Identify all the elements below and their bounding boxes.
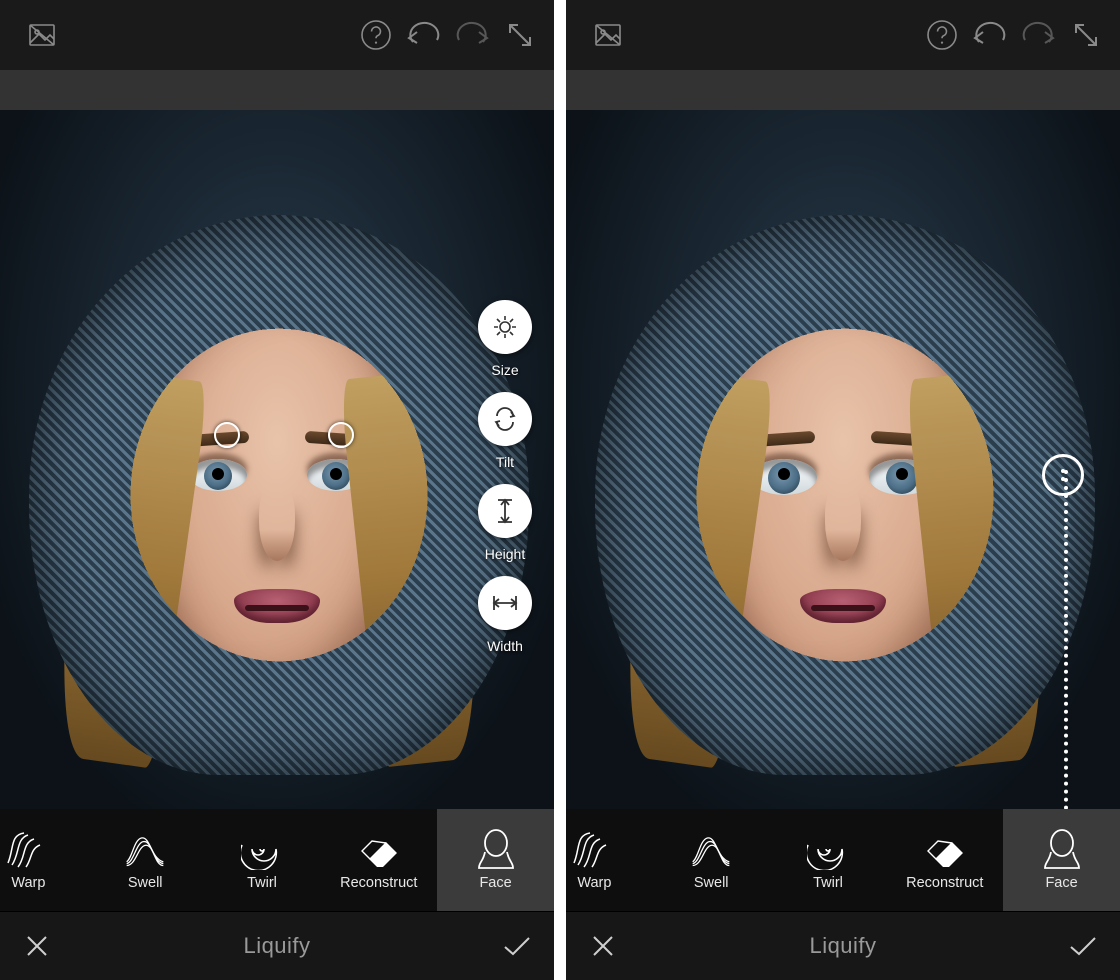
tool-label: Reconstruct	[906, 875, 983, 891]
tool-swell[interactable]: Swell	[87, 809, 204, 911]
redo-icon[interactable]	[1018, 15, 1058, 55]
tool-label: Swell	[128, 875, 163, 891]
accept-button[interactable]	[1068, 931, 1098, 961]
mode-title: Liquify	[52, 933, 502, 959]
liquify-tool-row: Warp Swell Twirl	[0, 809, 554, 911]
undo-icon[interactable]	[970, 15, 1010, 55]
mode-title: Liquify	[618, 933, 1068, 959]
adjust-slider-track[interactable]	[1064, 470, 1068, 809]
image-canvas[interactable]: Size Tilt Height	[0, 110, 554, 809]
face-option-tilt[interactable]	[478, 392, 532, 446]
warp-icon	[572, 829, 616, 869]
app-screen-left: Size Tilt Height	[0, 0, 554, 980]
twirl-icon	[806, 829, 850, 869]
tool-label: Twirl	[813, 875, 843, 891]
tool-twirl[interactable]: Twirl	[770, 809, 887, 911]
tool-swell[interactable]: Swell	[653, 809, 770, 911]
tool-reconstruct[interactable]: Reconstruct	[886, 809, 1003, 911]
tool-warp[interactable]: Warp	[0, 809, 87, 911]
face-icon	[1040, 829, 1084, 869]
face-option-height[interactable]	[478, 484, 532, 538]
secondary-bar	[0, 70, 554, 110]
redo-icon[interactable]	[452, 15, 492, 55]
tool-label: Warp	[11, 875, 45, 891]
footer-bar: Liquify	[566, 911, 1120, 980]
swell-icon	[689, 829, 733, 869]
compare-original-icon[interactable]	[22, 15, 62, 55]
warp-icon	[6, 829, 50, 869]
eye-marker-right[interactable]	[328, 422, 354, 448]
tool-label: Twirl	[247, 875, 277, 891]
help-icon[interactable]	[356, 15, 396, 55]
tool-label: Face	[1045, 875, 1077, 891]
face-options-panel: Size Tilt Height	[478, 300, 532, 656]
adjust-slider-handle[interactable]	[1042, 454, 1084, 496]
face-option-size[interactable]	[478, 300, 532, 354]
tool-face[interactable]: Face	[437, 809, 554, 911]
swell-icon	[123, 829, 167, 869]
face-option-label: Height	[485, 546, 525, 562]
tool-warp[interactable]: Warp	[566, 809, 653, 911]
face-option-label: Size	[491, 362, 518, 378]
eraser-icon	[923, 829, 967, 869]
tool-twirl[interactable]: Twirl	[204, 809, 321, 911]
image-canvas[interactable]	[566, 110, 1120, 809]
top-toolbar	[0, 0, 554, 70]
eraser-icon	[357, 829, 401, 869]
top-toolbar	[566, 0, 1120, 70]
fullscreen-icon[interactable]	[1066, 15, 1106, 55]
compare-original-icon[interactable]	[588, 15, 628, 55]
face-option-label: Width	[487, 638, 523, 654]
undo-icon[interactable]	[404, 15, 444, 55]
help-icon[interactable]	[922, 15, 962, 55]
tool-label: Swell	[694, 875, 729, 891]
cancel-button[interactable]	[588, 931, 618, 961]
cancel-button[interactable]	[22, 931, 52, 961]
accept-button[interactable]	[502, 931, 532, 961]
tool-label: Warp	[577, 875, 611, 891]
face-option-width[interactable]	[478, 576, 532, 630]
face-icon	[474, 829, 518, 869]
liquify-tool-row: Warp Swell Twirl	[566, 809, 1120, 911]
twirl-icon	[240, 829, 284, 869]
eye-marker-left[interactable]	[214, 422, 240, 448]
tool-reconstruct[interactable]: Reconstruct	[320, 809, 437, 911]
fullscreen-icon[interactable]	[500, 15, 540, 55]
tool-face[interactable]: Face	[1003, 809, 1120, 911]
secondary-bar	[566, 70, 1120, 110]
footer-bar: Liquify	[0, 911, 554, 980]
app-screen-right: Warp Swell Twirl	[566, 0, 1120, 980]
tool-label: Face	[479, 875, 511, 891]
face-option-label: Tilt	[496, 454, 514, 470]
tool-label: Reconstruct	[340, 875, 417, 891]
